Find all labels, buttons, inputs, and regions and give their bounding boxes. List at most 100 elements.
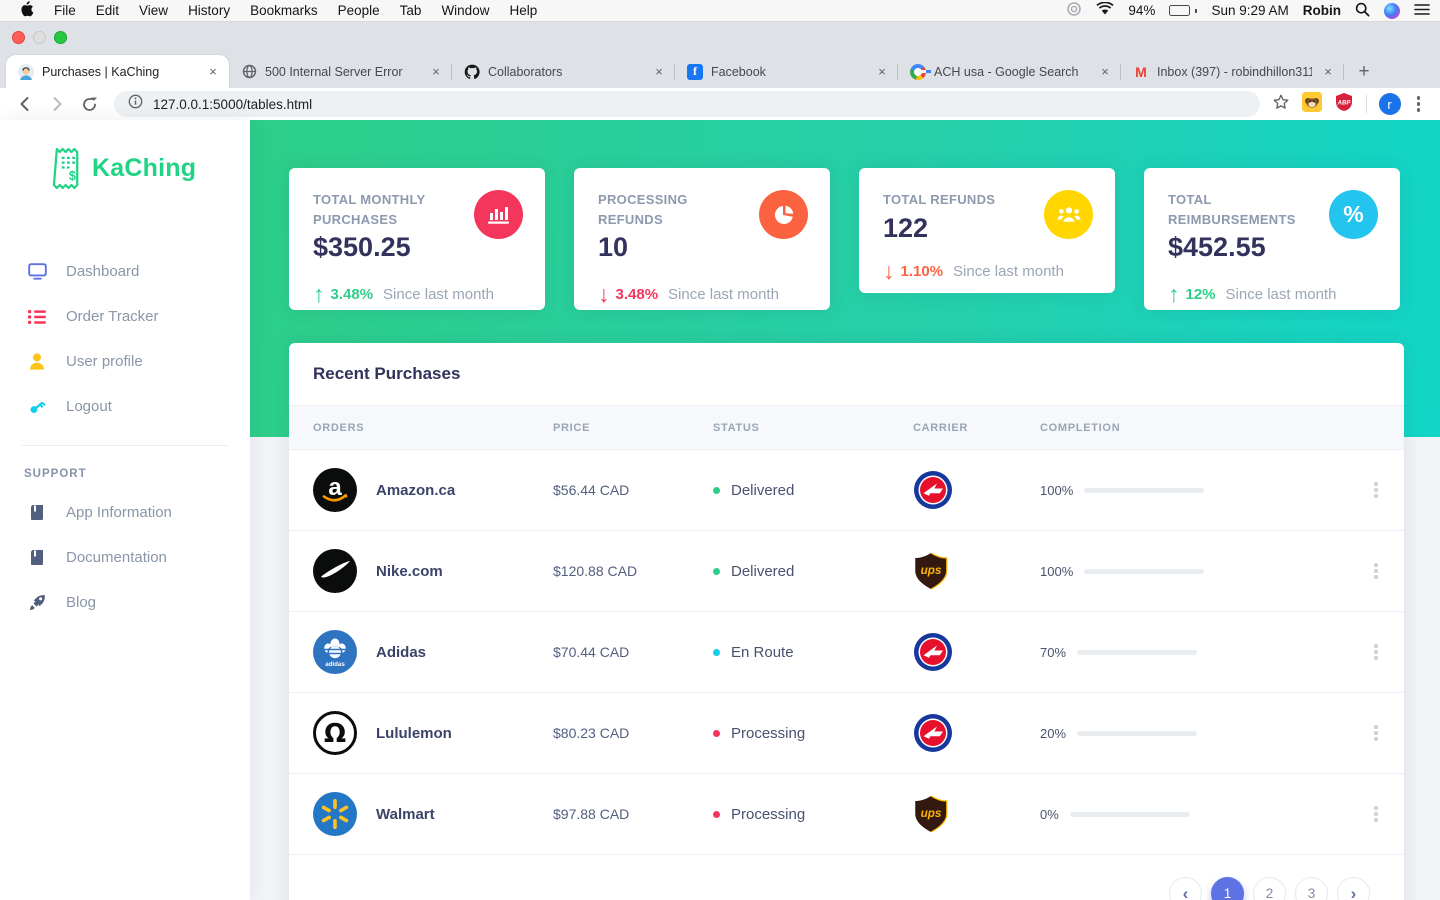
recent-purchases-card: Recent Purchases ORDERS PRICE STATUS CAR… <box>289 343 1404 900</box>
wifi-icon[interactable] <box>1096 1 1115 19</box>
row-menu-icon[interactable] <box>1348 482 1404 498</box>
sidebar-item-dashboard[interactable]: Dashboard <box>0 249 250 294</box>
pagination-next-button[interactable]: › <box>1337 877 1370 900</box>
extension-monkey-icon[interactable] <box>1301 91 1322 117</box>
tab-title: 500 Internal Server Error <box>265 64 403 79</box>
completion-label: 20% <box>1040 725 1067 741</box>
sidebar-item-app-information[interactable]: App Information <box>0 490 250 535</box>
row-menu-icon[interactable] <box>1348 563 1404 579</box>
row-menu-icon[interactable] <box>1348 644 1404 660</box>
spotlight-search-icon[interactable] <box>1355 2 1370 20</box>
tab-gmail-inbox[interactable]: M Inbox (397) - robindhillon3111 × <box>1121 55 1344 88</box>
facebook-favicon: f <box>687 63 703 80</box>
progress-bar <box>1084 487 1205 493</box>
stat-delta-value: 3.48% <box>330 286 374 303</box>
table-row[interactable]: a Amazon.ca $56.44 CAD Delivered 100% <box>289 450 1404 531</box>
tab-close-icon[interactable]: × <box>205 64 221 80</box>
table-row[interactable]: adidas Adidas $70.44 CAD En Route 70% <box>289 612 1404 693</box>
pagination-page-3[interactable]: 3 <box>1295 877 1328 900</box>
menubar-item-window[interactable]: Window <box>431 3 499 18</box>
new-tab-button[interactable]: + <box>1350 58 1378 86</box>
progress-bar <box>1077 730 1198 736</box>
menubar-item-edit[interactable]: Edit <box>86 3 129 18</box>
row-menu-icon[interactable] <box>1348 725 1404 741</box>
menubar-item-history[interactable]: History <box>178 3 240 18</box>
menubar-item-help[interactable]: Help <box>499 3 547 18</box>
tab-close-icon[interactable]: × <box>874 64 890 80</box>
order-name: Nike.com <box>376 562 443 580</box>
order-name: Amazon.ca <box>376 481 456 499</box>
sidebar-item-logout[interactable]: Logout <box>0 384 250 429</box>
siri-icon[interactable] <box>1384 2 1400 19</box>
menubar-item-people[interactable]: People <box>328 3 390 18</box>
pagination-page-1[interactable]: 1 <box>1211 877 1244 900</box>
chrome-profile-avatar[interactable]: r <box>1378 93 1401 115</box>
sidebar-item-blog[interactable]: Blog <box>0 580 250 625</box>
stat-card-processing-refunds: PROCESSING REFUNDS 10 ↓ 3.48% Since last… <box>574 168 830 310</box>
tab-close-icon[interactable]: × <box>651 64 667 80</box>
adidas-logo: adidas <box>313 630 357 674</box>
forward-button[interactable] <box>44 91 70 117</box>
battery-percent: 94% <box>1128 3 1156 18</box>
row-menu-icon[interactable] <box>1348 806 1404 822</box>
tab-close-icon[interactable]: × <box>428 64 444 80</box>
screen-record-status-icon[interactable] <box>1066 1 1082 20</box>
status-dot <box>713 810 720 818</box>
svg-text:ABP: ABP <box>1336 100 1351 106</box>
menubar-user[interactable]: Robin <box>1303 3 1341 18</box>
sidebar-item-label: Documentation <box>66 549 167 566</box>
window-minimize-button[interactable] <box>33 31 46 44</box>
battery-icon[interactable] <box>1169 5 1198 16</box>
completion-label: 100% <box>1040 482 1074 498</box>
reload-button[interactable] <box>76 91 102 117</box>
app-root: $ KaChing Dashboard Order Tracker User p… <box>0 120 1440 900</box>
down-arrow-icon: ↓ <box>883 257 895 284</box>
lululemon-logo: Ω <box>313 711 357 755</box>
tab-collaborators[interactable]: Collaborators × <box>452 55 675 88</box>
back-button[interactable] <box>12 91 38 117</box>
sidebar-item-user-profile[interactable]: User profile <box>0 339 250 384</box>
tab-facebook[interactable]: f Facebook × <box>675 55 898 88</box>
sidebar-item-documentation[interactable]: Documentation <box>0 535 250 580</box>
url-bar[interactable]: 127.0.0.1:5000/tables.html <box>114 91 1260 117</box>
url-text[interactable]: 127.0.0.1:5000/tables.html <box>153 97 312 112</box>
tab-title: Collaborators <box>488 64 563 79</box>
menubar-item-bookmarks[interactable]: Bookmarks <box>240 3 328 18</box>
window-zoom-button[interactable] <box>54 31 67 44</box>
menubar-item-view[interactable]: View <box>129 3 178 18</box>
stat-delta-caption: Since last month <box>1225 286 1337 303</box>
column-header-completion: COMPLETION <box>1040 421 1121 434</box>
order-price: $80.23 CAD <box>553 725 630 741</box>
window-close-button[interactable] <box>12 31 25 44</box>
github-favicon <box>464 64 480 80</box>
chrome-menu-icon[interactable] <box>1413 96 1425 112</box>
menubar-item-file[interactable]: File <box>44 3 86 18</box>
svg-text:Ω: Ω <box>324 719 346 749</box>
sidebar-item-order-tracker[interactable]: Order Tracker <box>0 294 250 339</box>
tab-purchases-kaching[interactable]: Purchases | KaChing × <box>6 55 229 88</box>
pagination-prev-button[interactable]: ‹ <box>1169 877 1202 900</box>
tab-close-icon[interactable]: × <box>1320 64 1336 80</box>
status-dot <box>713 567 720 575</box>
down-arrow-icon: ↓ <box>598 281 610 307</box>
notification-center-icon[interactable] <box>1414 3 1430 19</box>
tab-google-search[interactable]: ACH usa - Google Search × <box>898 55 1121 88</box>
bookmark-star-icon[interactable] <box>1272 93 1290 116</box>
table-row[interactable]: Ω Lululemon $80.23 CAD Processing 20% <box>289 693 1404 774</box>
apple-menu-icon[interactable] <box>10 1 44 20</box>
sidebar-item-label: App Information <box>66 504 172 521</box>
page-info-icon[interactable] <box>128 94 143 114</box>
menubar-clock[interactable]: Sun 9:29 AM <box>1211 3 1288 18</box>
table-header-row: ORDERS PRICE STATUS CARRIER COMPLETION <box>289 405 1404 450</box>
table-row[interactable]: Walmart $97.88 CAD Processing ups 0% <box>289 774 1404 855</box>
table-row[interactable]: Nike.com $120.88 CAD Delivered ups 100% <box>289 531 1404 612</box>
macos-menubar: Chrome File Edit View History Bookmarks … <box>0 0 1440 900</box>
tab-500-error[interactable]: 500 Internal Server Error × <box>229 55 452 88</box>
extension-adblock-icon[interactable]: ABP <box>1334 92 1354 117</box>
tab-title: Inbox (397) - robindhillon3111 <box>1157 64 1312 79</box>
order-status: Delivered <box>731 562 795 580</box>
menubar-item-tab[interactable]: Tab <box>390 3 432 18</box>
svg-text:ups: ups <box>921 564 942 577</box>
pagination-page-2[interactable]: 2 <box>1253 877 1286 900</box>
tab-close-icon[interactable]: × <box>1097 64 1113 80</box>
